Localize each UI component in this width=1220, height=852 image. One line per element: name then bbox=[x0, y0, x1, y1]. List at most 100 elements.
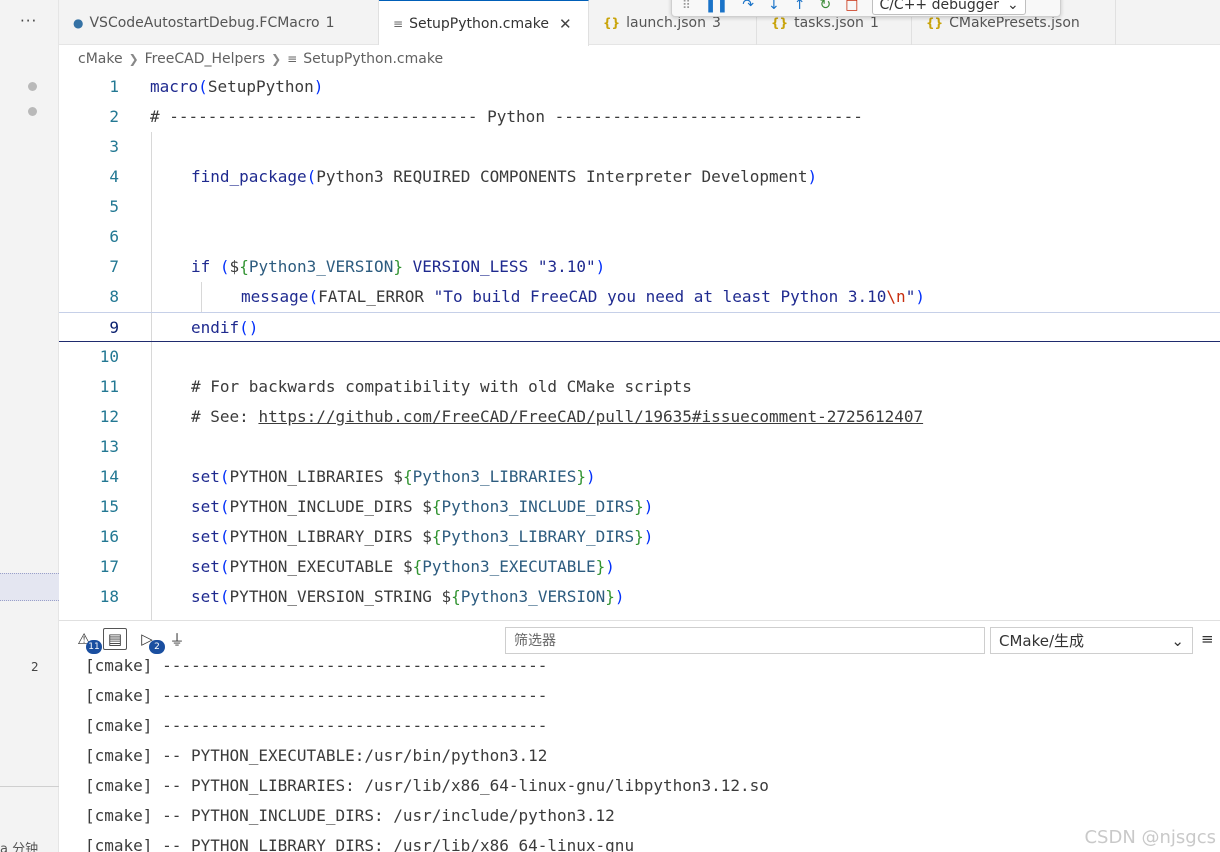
tab-vscode-autostart[interactable]: ● VSCodeAutostartDebug.FCMacro 1 bbox=[59, 0, 379, 45]
code-token: set bbox=[191, 467, 220, 486]
python-icon: ● bbox=[73, 15, 84, 30]
close-icon[interactable]: ✕ bbox=[559, 15, 572, 33]
code-token: macro bbox=[150, 77, 199, 96]
code-token: Python3_VERSION bbox=[460, 587, 606, 606]
line-number: 6 bbox=[109, 227, 119, 246]
debug-toolbar: ⠿ ❚❚ ↷ ↓ ↑ ↻ □ C/C++ debugger ⌄ bbox=[671, 0, 1061, 17]
line-number: 7 bbox=[109, 257, 119, 276]
truncated-label: a 分钟 bbox=[0, 842, 39, 852]
tab-setup-python[interactable]: ≡ SetupPython.cmake ✕ bbox=[379, 0, 589, 46]
code-token: "3.10" bbox=[537, 257, 596, 276]
code-line: 13 bbox=[59, 432, 1220, 462]
code-line: 11 # For backwards compatibility with ol… bbox=[59, 372, 1220, 402]
ports-plug-icon[interactable]: ⏚ bbox=[165, 628, 189, 650]
line-number: 3 bbox=[109, 137, 119, 156]
log-line: [cmake] --------------------------------… bbox=[85, 686, 548, 705]
code-token: FATAL_ERROR bbox=[318, 287, 434, 306]
code-token: Python3_INCLUDE_DIRS bbox=[441, 497, 635, 516]
stop-icon[interactable]: □ bbox=[845, 0, 858, 13]
restart-icon[interactable]: ↻ bbox=[819, 0, 831, 13]
breadcrumb-item[interactable]: cMake bbox=[78, 51, 123, 67]
count-badge: 2 bbox=[31, 660, 39, 674]
tab-label: VSCodeAutostartDebug.FCMacro bbox=[89, 14, 320, 31]
debug-config-label: C/C++ debugger bbox=[879, 0, 1000, 13]
divider bbox=[0, 786, 59, 787]
json-braces-icon: {} bbox=[603, 15, 621, 30]
line-number: 9 bbox=[109, 318, 119, 337]
output-log[interactable]: [cmake] --------------------------------… bbox=[85, 651, 769, 852]
code-line: 18 set(PYTHON_VERSION_STRING ${Python3_V… bbox=[59, 582, 1220, 612]
log-line: [cmake] --------------------------------… bbox=[85, 656, 548, 675]
code-line-current: 9 endif() bbox=[59, 312, 1220, 342]
code-token: endif bbox=[191, 318, 240, 337]
code-token: SetupPython bbox=[207, 77, 314, 96]
line-number: 8 bbox=[109, 287, 119, 306]
step-out-icon[interactable]: ↑ bbox=[794, 0, 806, 13]
code-comment: # For backwards compatibility with old C… bbox=[191, 377, 692, 396]
line-number: 13 bbox=[99, 437, 119, 456]
code-token: set bbox=[191, 557, 220, 576]
line-number: 2 bbox=[109, 107, 119, 126]
code-token: Python3 REQUIRED COMPONENTS Interpreter … bbox=[316, 167, 808, 186]
output-panel: ⚠11 ▤ ▷2 ⏚ CMake/生成 ⌄ ≡ [cmake] --------… bbox=[59, 620, 1220, 852]
drag-handle-icon[interactable]: ⠿ bbox=[682, 0, 691, 12]
code-line: 2 # -------------------------------- Pyt… bbox=[59, 102, 1220, 132]
output-icon[interactable]: ▤ bbox=[103, 628, 127, 650]
breadcrumb: cMake ❯ FreeCAD_Helpers ❯ ≡ SetupPython.… bbox=[78, 48, 443, 70]
breadcrumb-item[interactable]: FreeCAD_Helpers bbox=[145, 51, 265, 67]
code-line: 17 set(PYTHON_EXECUTABLE ${Python3_EXECU… bbox=[59, 552, 1220, 582]
code-token: PYTHON_INCLUDE_DIRS bbox=[229, 497, 413, 516]
problems-icon[interactable]: ⚠ 11 bbox=[72, 628, 102, 654]
code-line: 14 set(PYTHON_LIBRARIES ${Python3_LIBRAR… bbox=[59, 462, 1220, 492]
chevron-down-icon: ⌄ bbox=[1007, 0, 1019, 13]
chevron-right-icon: ❯ bbox=[271, 52, 282, 66]
breadcrumb-item[interactable]: SetupPython.cmake bbox=[303, 51, 443, 67]
code-token: set bbox=[191, 527, 220, 546]
line-number: 4 bbox=[109, 167, 119, 186]
code-token: set bbox=[191, 497, 220, 516]
filter-input[interactable] bbox=[505, 627, 985, 654]
pause-icon[interactable]: ❚❚ bbox=[705, 0, 728, 13]
log-line: [cmake] --------------------------------… bbox=[85, 716, 548, 735]
chevron-right-icon: ❯ bbox=[128, 52, 139, 66]
comment-link[interactable]: https://github.com/FreeCAD/FreeCAD/pull/… bbox=[258, 407, 923, 426]
code-token: Python3_EXECUTABLE bbox=[422, 557, 596, 576]
line-number: 15 bbox=[99, 497, 119, 516]
code-token: PYTHON_LIBRARIES bbox=[229, 467, 384, 486]
line-number: 5 bbox=[109, 197, 119, 216]
code-comment: # See: bbox=[191, 407, 259, 426]
more-actions-button[interactable]: ··· bbox=[20, 12, 37, 30]
debug-console-icon[interactable]: ▷ 2 bbox=[135, 628, 165, 654]
lines-file-icon: ≡ bbox=[393, 16, 404, 31]
code-token: PYTHON_LIBRARY_DIRS bbox=[229, 527, 413, 546]
code-line: 6 bbox=[59, 222, 1220, 252]
line-number: 10 bbox=[99, 347, 119, 366]
code-token: PYTHON_VERSION_STRING bbox=[229, 587, 432, 606]
code-token: find_package bbox=[191, 167, 307, 186]
code-line: 8 message(FATAL_ERROR "To build FreeCAD … bbox=[59, 282, 1220, 312]
step-over-icon[interactable]: ↷ bbox=[742, 0, 754, 13]
list-menu-icon[interactable]: ≡ bbox=[1201, 630, 1214, 648]
step-into-icon[interactable]: ↓ bbox=[768, 0, 780, 13]
status-dot-icon bbox=[28, 107, 37, 116]
code-line: 1 macro(SetupPython) bbox=[59, 72, 1220, 102]
debug-config-select[interactable]: C/C++ debugger ⌄ bbox=[872, 0, 1026, 15]
json-braces-icon: {} bbox=[771, 15, 789, 30]
output-channel-select[interactable]: CMake/生成 ⌄ bbox=[990, 627, 1193, 654]
line-number: 12 bbox=[99, 407, 119, 426]
code-token: VERSION_LESS bbox=[402, 257, 538, 276]
status-dot-icon bbox=[28, 82, 37, 91]
line-number: 14 bbox=[99, 467, 119, 486]
code-token: \n bbox=[886, 287, 906, 306]
code-token: message bbox=[241, 287, 309, 306]
line-number: 17 bbox=[99, 557, 119, 576]
watermark: CSDN @njsgcs bbox=[1084, 827, 1216, 848]
problem-count-badge: 1 bbox=[325, 14, 335, 31]
line-number: 16 bbox=[99, 527, 119, 546]
log-line: [cmake] -- PYTHON_LIBRARY_DIRS: /usr/lib… bbox=[85, 836, 635, 852]
code-line: 12 # See: https://github.com/FreeCAD/Fre… bbox=[59, 402, 1220, 432]
line-number: 1 bbox=[109, 77, 119, 96]
code-editor[interactable]: 1 macro(SetupPython) 2 # ---------------… bbox=[59, 72, 1220, 620]
code-token: "To build FreeCAD you need at least Pyth… bbox=[433, 287, 887, 306]
selected-list-item[interactable] bbox=[0, 573, 59, 601]
